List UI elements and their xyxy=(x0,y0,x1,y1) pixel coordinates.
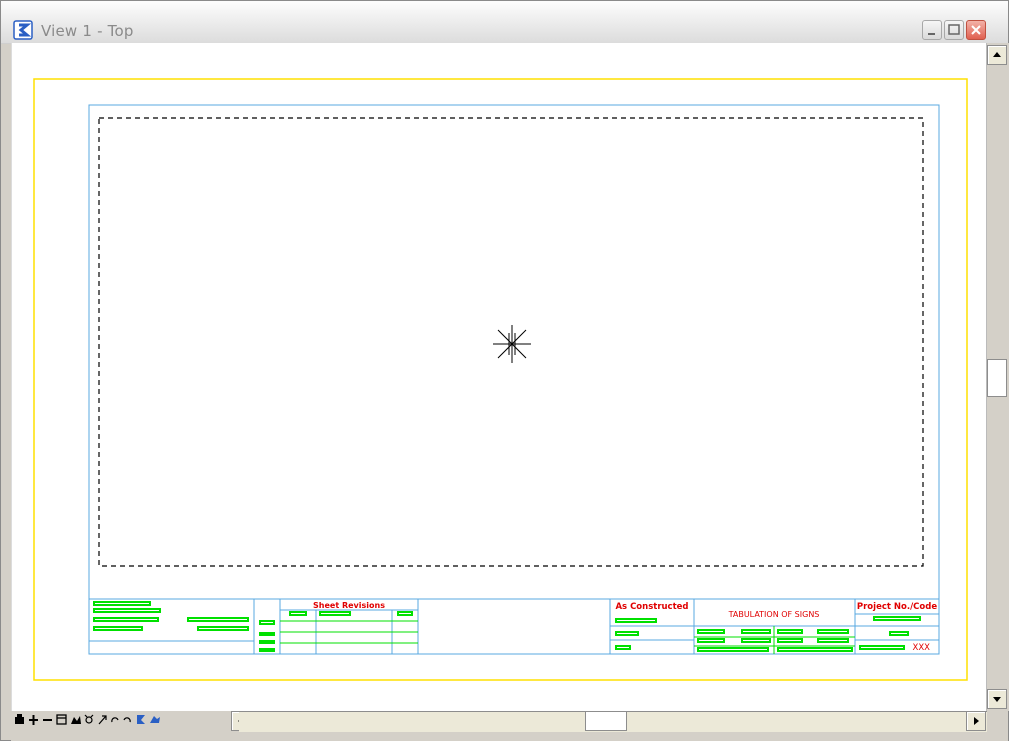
horizontal-scroll-thumb[interactable] xyxy=(585,711,627,731)
arrow-down-icon xyxy=(993,697,1001,702)
drawing-canvas[interactable]: Sheet Revisions As Constructed TABULATIO… xyxy=(11,43,987,711)
sheet-border xyxy=(33,78,968,681)
arrow-up-icon xyxy=(993,52,1001,57)
close-button[interactable] xyxy=(966,20,986,40)
maximize-button[interactable] xyxy=(944,20,964,40)
maximize-icon xyxy=(948,24,960,35)
sheet-frame xyxy=(88,104,940,655)
close-icon xyxy=(971,25,981,35)
view-attributes-icon[interactable] xyxy=(137,715,145,724)
title-bar[interactable]: View 1 - Top xyxy=(1,1,1008,44)
fit-view-icon[interactable] xyxy=(71,716,81,724)
pan-icon[interactable] xyxy=(98,715,107,725)
microstation-app-icon xyxy=(13,20,33,40)
sheet-drawing: Sheet Revisions As Constructed TABULATIO… xyxy=(33,78,968,681)
redo-view-icon[interactable] xyxy=(123,717,131,723)
window-area-icon[interactable] xyxy=(56,714,67,725)
undo-view-icon[interactable] xyxy=(111,717,119,723)
xxx-label: XXX xyxy=(913,643,931,653)
vertical-scroll-thumb[interactable] xyxy=(987,359,1007,397)
as-constructed-label: As Constructed xyxy=(615,602,688,612)
minimize-icon xyxy=(928,33,935,35)
scroll-down-button[interactable] xyxy=(987,689,1007,709)
project-no-code-label: Project No./Code xyxy=(857,602,937,612)
scroll-right-button[interactable] xyxy=(966,711,986,731)
sheet-revisions-label: Sheet Revisions xyxy=(313,601,385,610)
rotate-view-icon[interactable] xyxy=(84,714,94,724)
view-controls xyxy=(15,714,160,725)
window-title: View 1 - Top xyxy=(41,22,134,40)
arrow-right-icon xyxy=(974,717,979,725)
minimize-button[interactable] xyxy=(922,20,942,40)
drawing-area-boundary xyxy=(98,117,924,567)
microstation-view-window: View 1 - Top Sheet Revisions As Construc… xyxy=(0,0,1009,741)
crosshair-cursor-icon xyxy=(493,325,531,363)
scroll-up-button[interactable] xyxy=(987,45,1007,65)
print-icon[interactable] xyxy=(15,714,24,724)
tabulation-of-signs-label: TABULATION OF SIGNS xyxy=(728,610,820,619)
camera-icon[interactable] xyxy=(150,716,160,723)
zoom-in-icon[interactable] xyxy=(29,715,38,725)
